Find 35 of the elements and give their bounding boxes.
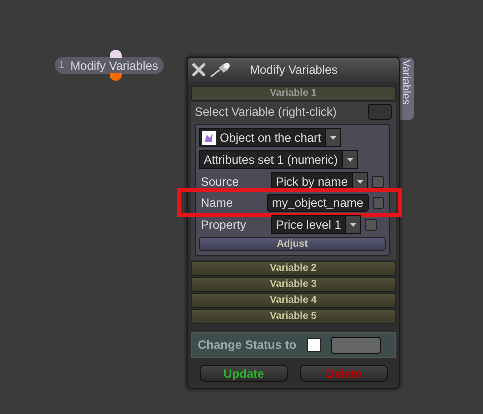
node[interactable]: 1 Modify Variables bbox=[55, 57, 164, 74]
select-variable-label: Select Variable (right-click) bbox=[195, 105, 337, 119]
section-header[interactable]: Variable 3 bbox=[191, 277, 396, 292]
checkbox[interactable] bbox=[372, 197, 384, 209]
dialog-title: Modify Variables bbox=[250, 63, 338, 77]
section-header[interactable]: Variable 5 bbox=[191, 309, 396, 324]
output-port[interactable] bbox=[110, 73, 122, 81]
action-button[interactable]: Update bbox=[200, 365, 288, 382]
section-header[interactable]: Variable 1 bbox=[191, 86, 396, 101]
color-swatch[interactable] bbox=[368, 104, 392, 120]
node-number: 1 bbox=[59, 60, 65, 71]
checkbox[interactable] bbox=[372, 176, 384, 188]
dropdown[interactable]: Object on the chart bbox=[199, 128, 342, 147]
field-label: Property bbox=[201, 218, 248, 232]
caret-icon bbox=[346, 158, 354, 162]
input-port[interactable] bbox=[110, 50, 122, 58]
node-label: Modify Variables bbox=[70, 58, 158, 72]
field-label: Source bbox=[201, 174, 240, 188]
status-label: Change Status to bbox=[198, 338, 297, 352]
status-field[interactable] bbox=[330, 336, 381, 354]
input-field[interactable]: my_object_name bbox=[267, 194, 369, 212]
checkbox[interactable] bbox=[306, 338, 321, 352]
object-icon bbox=[202, 130, 216, 144]
adjust-button[interactable]: Adjust bbox=[199, 237, 386, 251]
pin-icon[interactable] bbox=[210, 62, 232, 78]
dropdown[interactable]: Attributes set 1 (numeric) bbox=[199, 150, 358, 169]
close-icon[interactable] bbox=[192, 63, 206, 77]
section-header[interactable]: Variable 4 bbox=[191, 293, 396, 308]
section-header[interactable]: Variable 2 bbox=[191, 261, 396, 276]
caret-icon bbox=[330, 136, 337, 140]
dropdown[interactable]: Price level 1 bbox=[271, 215, 362, 234]
caret-icon bbox=[356, 180, 364, 184]
caret-icon bbox=[350, 222, 357, 226]
checkbox[interactable] bbox=[365, 218, 378, 230]
field-label: Name bbox=[201, 196, 234, 210]
